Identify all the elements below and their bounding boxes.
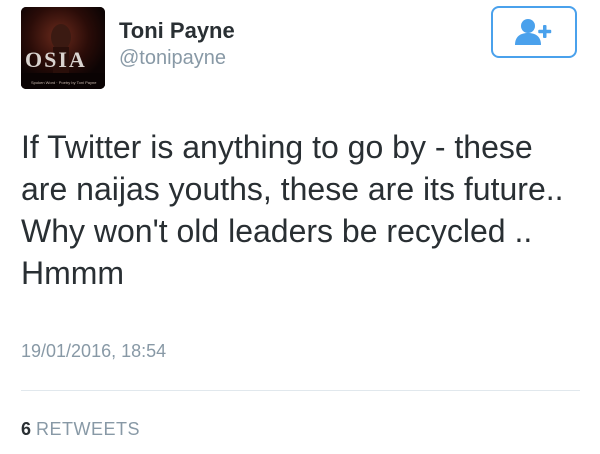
follow-user-plus-icon: [515, 19, 552, 45]
tweet-text: If Twitter is anything to go by - these …: [21, 129, 564, 291]
author-handle[interactable]: @tonipayne: [119, 47, 226, 70]
profile-photo-icon: OSIA Spoken Word · Poetry by Toni Payne: [21, 7, 105, 89]
avatar[interactable]: OSIA Spoken Word · Poetry by Toni Payne: [21, 7, 105, 89]
retweets-count: 6: [21, 419, 32, 439]
tweet-card: OSIA Spoken Word · Poetry by Toni Payne …: [0, 0, 600, 454]
follow-button[interactable]: [491, 6, 577, 58]
avatar-caption-text: Spoken Word · Poetry by Toni Payne: [31, 80, 97, 85]
retweets-stat[interactable]: 6 RETWEETS: [21, 419, 140, 440]
retweets-label: RETWEETS: [36, 419, 141, 439]
author-name[interactable]: Toni Payne: [119, 18, 235, 44]
tweet-timestamp[interactable]: 19/01/2016, 18:54: [21, 341, 166, 362]
avatar-logo-text: OSIA: [25, 47, 87, 72]
divider: [21, 390, 580, 391]
